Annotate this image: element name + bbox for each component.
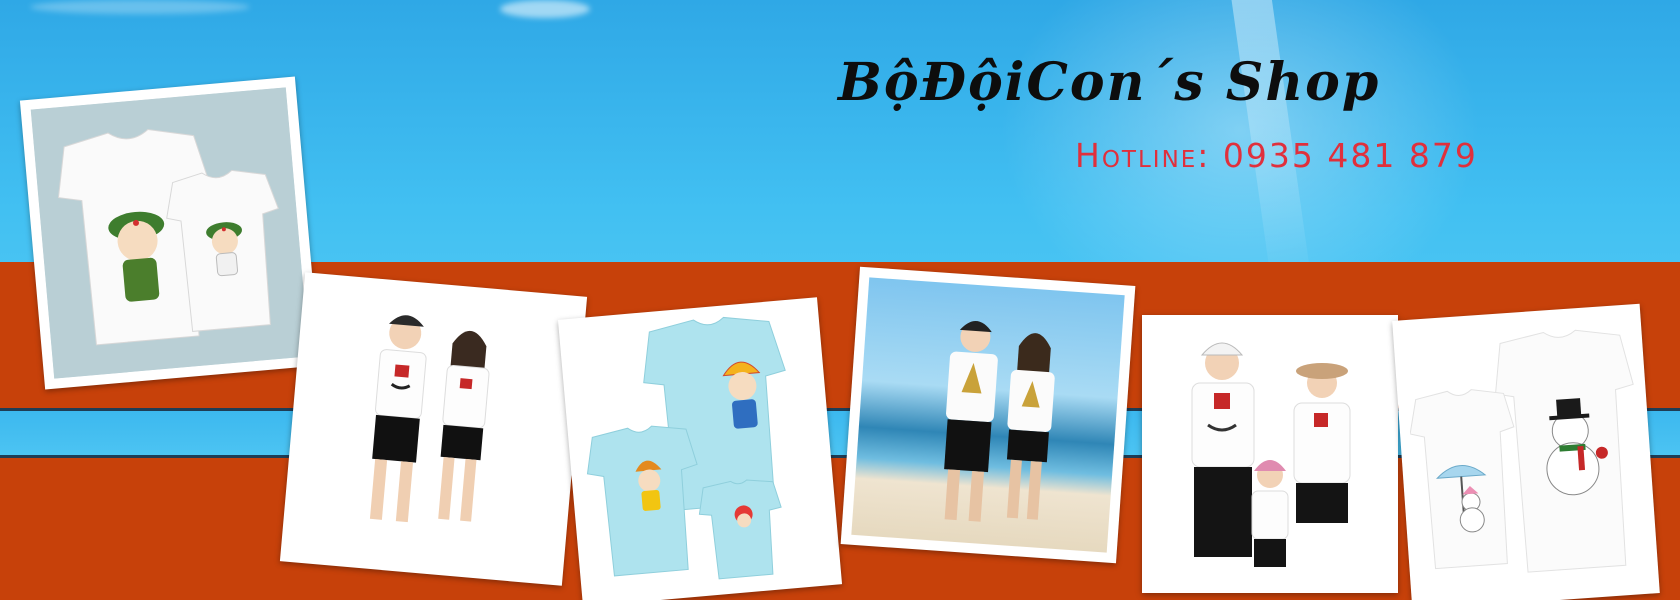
family-photo-icon <box>1152 325 1388 583</box>
couple-beach-photo-icon <box>944 320 1055 522</box>
photo-content <box>851 277 1125 553</box>
photo-content <box>290 283 577 575</box>
photo-content <box>1402 314 1650 600</box>
tshirt-pair-soldier-icon <box>30 87 310 379</box>
product-photo-family-mustache[interactable] <box>1142 315 1398 593</box>
product-photo-light-blue-family[interactable] <box>557 297 843 600</box>
product-photo-couple-beach[interactable] <box>840 266 1136 564</box>
photo-content <box>568 308 832 596</box>
photo-content <box>30 87 310 379</box>
tshirt-trio-beanie-icon <box>568 308 832 596</box>
cloud <box>500 0 590 18</box>
cloud <box>30 0 250 14</box>
tshirt-pair-snowman-icon <box>1402 314 1650 600</box>
couple-photo-icon <box>290 283 577 575</box>
shop-banner: BộĐộiCon´s Shop Hotline: 0935 481 879 <box>0 0 1680 600</box>
shop-title: BộĐộiCon´s Shop <box>838 52 1381 113</box>
product-photo-snowman-tshirts[interactable] <box>1392 303 1660 600</box>
hotline-text: Hotline: 0935 481 879 <box>1075 136 1478 175</box>
product-photo-couple-mustache[interactable] <box>279 272 588 586</box>
product-photo-soldier-tshirts[interactable] <box>19 76 321 390</box>
photo-content <box>1152 325 1388 583</box>
